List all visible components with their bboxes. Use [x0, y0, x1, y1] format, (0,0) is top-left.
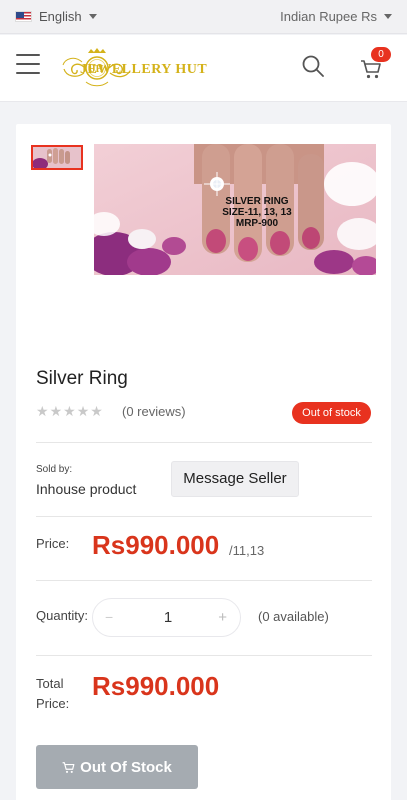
star-icon: ★: [90, 403, 103, 419]
image-caption-line: SILVER RING: [225, 196, 289, 207]
chevron-down-icon: [384, 14, 392, 19]
language-selector[interactable]: English: [15, 9, 97, 24]
cart-count-badge: 0: [371, 47, 391, 62]
menu-icon[interactable]: [16, 54, 40, 74]
stock-status-badge: Out of stock: [292, 402, 371, 424]
product-main-image[interactable]: SILVER RING SIZE-11, 13, 13 MRP-900: [94, 144, 376, 275]
divider: [36, 516, 372, 517]
cart-icon: [62, 761, 75, 773]
quantity-label: Quantity:: [36, 608, 89, 623]
us-flag-icon: [15, 11, 32, 22]
out-of-stock-button[interactable]: Out Of Stock: [36, 745, 198, 789]
star-icon: ★: [76, 403, 90, 419]
divider: [36, 655, 372, 656]
image-caption-line: SIZE-11, 13, 13: [222, 207, 292, 218]
language-label: English: [39, 9, 82, 24]
quantity-increase-button[interactable]: +: [218, 609, 227, 626]
chevron-down-icon: [88, 14, 97, 19]
price-label: Price:: [36, 536, 70, 551]
currency-selector[interactable]: Indian Rupee Rs: [280, 9, 392, 24]
search-icon[interactable]: [302, 55, 324, 79]
product-title: Silver Ring: [36, 368, 128, 389]
seller-name: Inhouse product: [36, 481, 137, 497]
divider: [36, 580, 372, 581]
currency-label: Indian Rupee Rs: [280, 9, 377, 24]
price-unit: /11,13: [229, 543, 265, 558]
star-icon: ★: [36, 403, 49, 419]
total-price: Rs990.000: [92, 671, 220, 701]
gallery-thumbnail[interactable]: [31, 145, 83, 170]
image-caption-line: MRP-900: [235, 218, 279, 229]
total-price-label: Total Price:: [36, 674, 86, 714]
rating-stars: ★ ★ ★ ★ ★: [36, 404, 104, 418]
star-icon: ★: [49, 403, 63, 419]
product-thumbnail-image: [33, 147, 81, 168]
top-bar: English Indian Rupee Rs: [0, 0, 407, 34]
quantity-decrease-button[interactable]: −: [105, 609, 113, 625]
out-of-stock-label: Out Of Stock: [80, 758, 172, 776]
sold-by-label: Sold by:: [36, 464, 73, 475]
image-caption: SILVER RING SIZE-11, 13, 13 MRP-900: [206, 196, 308, 229]
divider: [36, 442, 372, 443]
total-label-line: Price:: [36, 696, 70, 711]
quantity-stepper: − 1 +: [92, 598, 241, 637]
available-quantity: (0 available): [258, 609, 329, 624]
product-price: Rs990.000: [92, 530, 220, 560]
reviews-count[interactable]: (0 reviews): [122, 404, 186, 419]
site-header: JH JEWELLERY HUT: [0, 35, 407, 102]
logo-text: JEWELLERY HUT: [80, 62, 208, 77]
quantity-input[interactable]: 1: [153, 609, 183, 626]
star-icon: ★: [63, 403, 76, 419]
message-seller-button[interactable]: Message Seller: [171, 461, 299, 497]
total-label-line: Total: [36, 676, 64, 691]
